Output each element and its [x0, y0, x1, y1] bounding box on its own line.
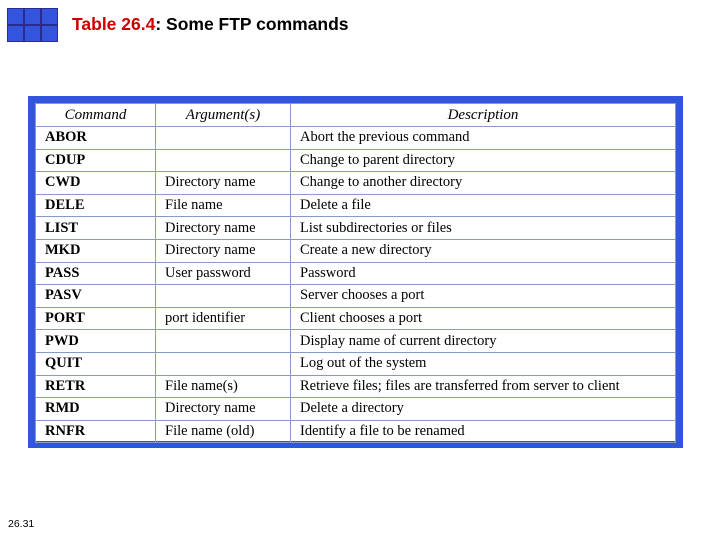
cell-description: Password	[290, 261, 676, 286]
cell-description: Identify a file to be renamed	[290, 419, 676, 444]
page-number: 26.31	[8, 518, 35, 530]
cell-description: Abort the previous command	[290, 126, 676, 150]
cell-description: Delete a directory	[290, 397, 676, 421]
table-row: PASS User password Password	[35, 261, 676, 286]
cell-argument	[155, 126, 291, 150]
cell-command: PORT	[35, 306, 156, 331]
cell-command: LIST	[35, 216, 156, 240]
cell-command: RMD	[35, 397, 156, 421]
cell-command: PASV	[35, 284, 156, 308]
cell-description: Client chooses a port	[290, 306, 676, 331]
page-title: Table 26.4: Some FTP commands	[72, 14, 349, 35]
logo-square	[7, 25, 24, 42]
logo-square	[24, 8, 41, 25]
cell-argument	[155, 329, 291, 353]
table-body: ABOR Abort the previous command CDUP Change…	[35, 126, 676, 444]
cell-command: RNFR	[35, 419, 156, 444]
cell-command: PASS	[35, 261, 156, 286]
logo-squares	[7, 8, 59, 46]
table-row: ABOR Abort the previous command	[35, 126, 676, 150]
table-row: DELE File name Delete a file	[35, 193, 676, 218]
table-row: RMD Directory name Delete a directory	[35, 397, 676, 421]
cell-command: MKD	[35, 238, 156, 263]
cell-description: Change to another directory	[290, 171, 676, 195]
cell-command: CWD	[35, 171, 156, 195]
cell-description: Change to parent directory	[290, 148, 676, 173]
table-header-row: Command Argument(s) Description	[35, 103, 676, 127]
cell-description: List subdirectories or files	[290, 216, 676, 240]
cell-argument	[155, 351, 291, 376]
table-row: LIST Directory name List subdirectories or…	[35, 216, 676, 240]
cell-description: Create a new directory	[290, 238, 676, 263]
cell-description: Retrieve files; files are transferred fr…	[290, 374, 676, 399]
cell-argument	[155, 148, 291, 173]
cell-argument: User password	[155, 261, 291, 286]
cell-command: CDUP	[35, 148, 156, 173]
table-row: PASV Server chooses a port	[35, 284, 676, 308]
table-row: PORT port identifier Client chooses a port	[35, 306, 676, 331]
cell-argument: File name(s)	[155, 374, 291, 399]
cell-argument	[155, 284, 291, 308]
logo-square	[24, 25, 41, 42]
cell-argument: File name	[155, 193, 291, 218]
title-caption: Some FTP commands	[161, 14, 349, 34]
cell-argument: port identifier	[155, 306, 291, 331]
title-table-number: Table 26.4	[72, 14, 156, 34]
table-row: CDUP Change to parent directory	[35, 148, 676, 173]
table-row: QUIT Log out of the system	[35, 351, 676, 376]
logo-square	[41, 8, 58, 25]
logo-square	[41, 25, 58, 42]
cell-description: Delete a file	[290, 193, 676, 218]
cell-description: Display name of current directory	[290, 329, 676, 353]
table-row: RNFR File name (old) Identify a file to be…	[35, 419, 676, 444]
cell-command: QUIT	[35, 351, 156, 376]
cell-command: ABOR	[35, 126, 156, 150]
table-row: CWD Directory name Change to another direc…	[35, 171, 676, 195]
cell-argument: Directory name	[155, 171, 291, 195]
table-row: MKD Directory name Create a new directory	[35, 238, 676, 263]
column-header-description: Description	[290, 103, 676, 127]
cell-argument: File name (old)	[155, 419, 291, 444]
column-header-command: Command	[35, 103, 156, 127]
cell-argument: Directory name	[155, 216, 291, 240]
table-row: RETR File name(s) Retrieve files; files ar…	[35, 374, 676, 399]
column-header-argument: Argument(s)	[155, 103, 291, 127]
ftp-commands-table-frame: Command Argument(s) Description ABOR Abor…	[28, 96, 683, 448]
cell-description: Log out of the system	[290, 351, 676, 376]
ftp-commands-table: Command Argument(s) Description ABOR Abor…	[35, 103, 676, 444]
cell-command: DELE	[35, 193, 156, 218]
cell-argument: Directory name	[155, 238, 291, 263]
table-row: PWD Display name of current directory	[35, 329, 676, 353]
cell-argument: Directory name	[155, 397, 291, 421]
logo-square	[7, 8, 24, 25]
cell-command: PWD	[35, 329, 156, 353]
cell-command: RETR	[35, 374, 156, 399]
ftp-commands-table-inner: Command Argument(s) Description ABOR Abor…	[35, 103, 676, 444]
cell-description: Server chooses a port	[290, 284, 676, 308]
